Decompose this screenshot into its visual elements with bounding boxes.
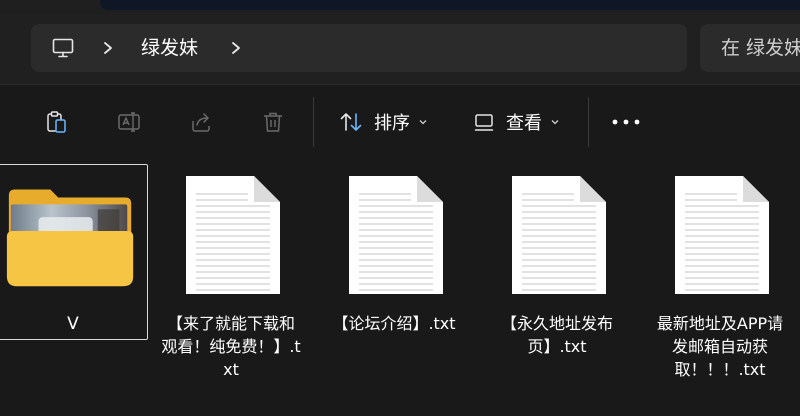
file-item[interactable]: 【永久地址发布页】.txt <box>482 164 632 414</box>
file-name: 【永久地址发布页】.txt <box>500 314 613 356</box>
text-file-icon <box>349 176 443 294</box>
chevron-down-icon <box>419 120 427 125</box>
file-item[interactable]: 最新地址及APP请发邮箱自动获取！！！.txt <box>645 164 795 414</box>
more-options-icon[interactable] <box>611 113 641 131</box>
search-input[interactable]: 在 绿发妹 <box>700 24 800 72</box>
rename-icon[interactable] <box>116 109 142 135</box>
this-pc-icon[interactable] <box>51 36 75 60</box>
chevron-down-icon <box>551 120 559 125</box>
folder-item[interactable]: V <box>0 164 148 340</box>
view-button[interactable]: 查看 <box>472 105 560 139</box>
search-placeholder: 在 绿发妹 <box>721 37 800 59</box>
chevron-right-icon[interactable] <box>101 38 115 58</box>
active-tab-edge[interactable] <box>100 0 800 10</box>
toolbar-divider <box>588 97 589 147</box>
sort-button[interactable]: 排序 <box>338 105 428 139</box>
toolbar-divider <box>313 97 314 147</box>
file-name: 【论坛介绍】.txt <box>332 314 456 333</box>
view-icon <box>474 114 494 131</box>
sort-icon <box>340 113 362 131</box>
text-file-icon <box>512 176 606 294</box>
breadcrumb[interactable]: 绿发妹 <box>31 24 687 72</box>
breadcrumb-item-current[interactable]: 绿发妹 <box>141 35 198 61</box>
trash-icon[interactable] <box>260 109 286 135</box>
folder-thumbnail-icon <box>6 189 134 287</box>
view-label: 查看 <box>506 113 542 134</box>
command-bar: 排序 查看 <box>0 84 800 160</box>
file-list: V 【来了就能下载和观看！纯免费！】.txt 【论坛介绍】.txt 【永久地址发… <box>0 160 800 416</box>
file-name: 【来了就能下载和观看！纯免费！】.txt <box>161 314 301 379</box>
clipboard-paste-icon[interactable] <box>44 109 70 135</box>
file-item[interactable]: 【论坛介绍】.txt <box>319 164 469 414</box>
file-name: 最新地址及APP请发邮箱自动获取！！！.txt <box>656 314 784 379</box>
chevron-right-icon[interactable] <box>229 38 243 58</box>
folder-name: V <box>67 314 79 334</box>
title-strip <box>0 0 800 14</box>
share-icon[interactable] <box>188 109 214 135</box>
text-file-icon <box>186 176 280 294</box>
address-row: 绿发妹 在 绿发妹 <box>0 14 800 84</box>
sort-label: 排序 <box>374 113 410 134</box>
text-file-icon <box>675 176 769 294</box>
file-item[interactable]: 【来了就能下载和观看！纯免费！】.txt <box>156 164 306 414</box>
